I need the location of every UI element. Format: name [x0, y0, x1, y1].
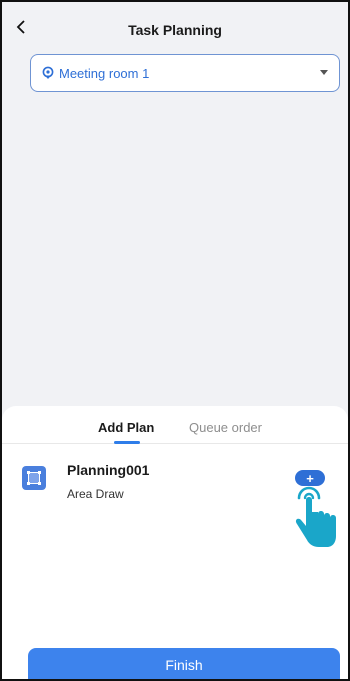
top-bar: Task Planning	[2, 2, 348, 50]
active-tab-indicator	[114, 441, 140, 444]
tab-queue-order[interactable]: Queue order	[189, 420, 262, 435]
caret-down-icon	[320, 70, 328, 75]
room-select[interactable]: Meeting room 1	[30, 54, 340, 92]
tab-bar: Add Plan Queue order	[2, 406, 348, 444]
finish-button[interactable]: Finish	[28, 648, 340, 679]
plan-type: Area Draw	[67, 487, 124, 501]
hand-pointer-icon	[295, 486, 336, 547]
page-title: Task Planning	[128, 22, 222, 38]
app-frame: Task Planning Meeting room 1 Add Plan Qu…	[0, 0, 350, 681]
plan-name: Planning001	[67, 462, 150, 478]
room-select-value: Meeting room 1	[59, 65, 150, 81]
area-draw-icon	[22, 466, 46, 490]
location-pin-icon	[42, 66, 54, 79]
tab-add-plan[interactable]: Add Plan	[98, 420, 154, 435]
